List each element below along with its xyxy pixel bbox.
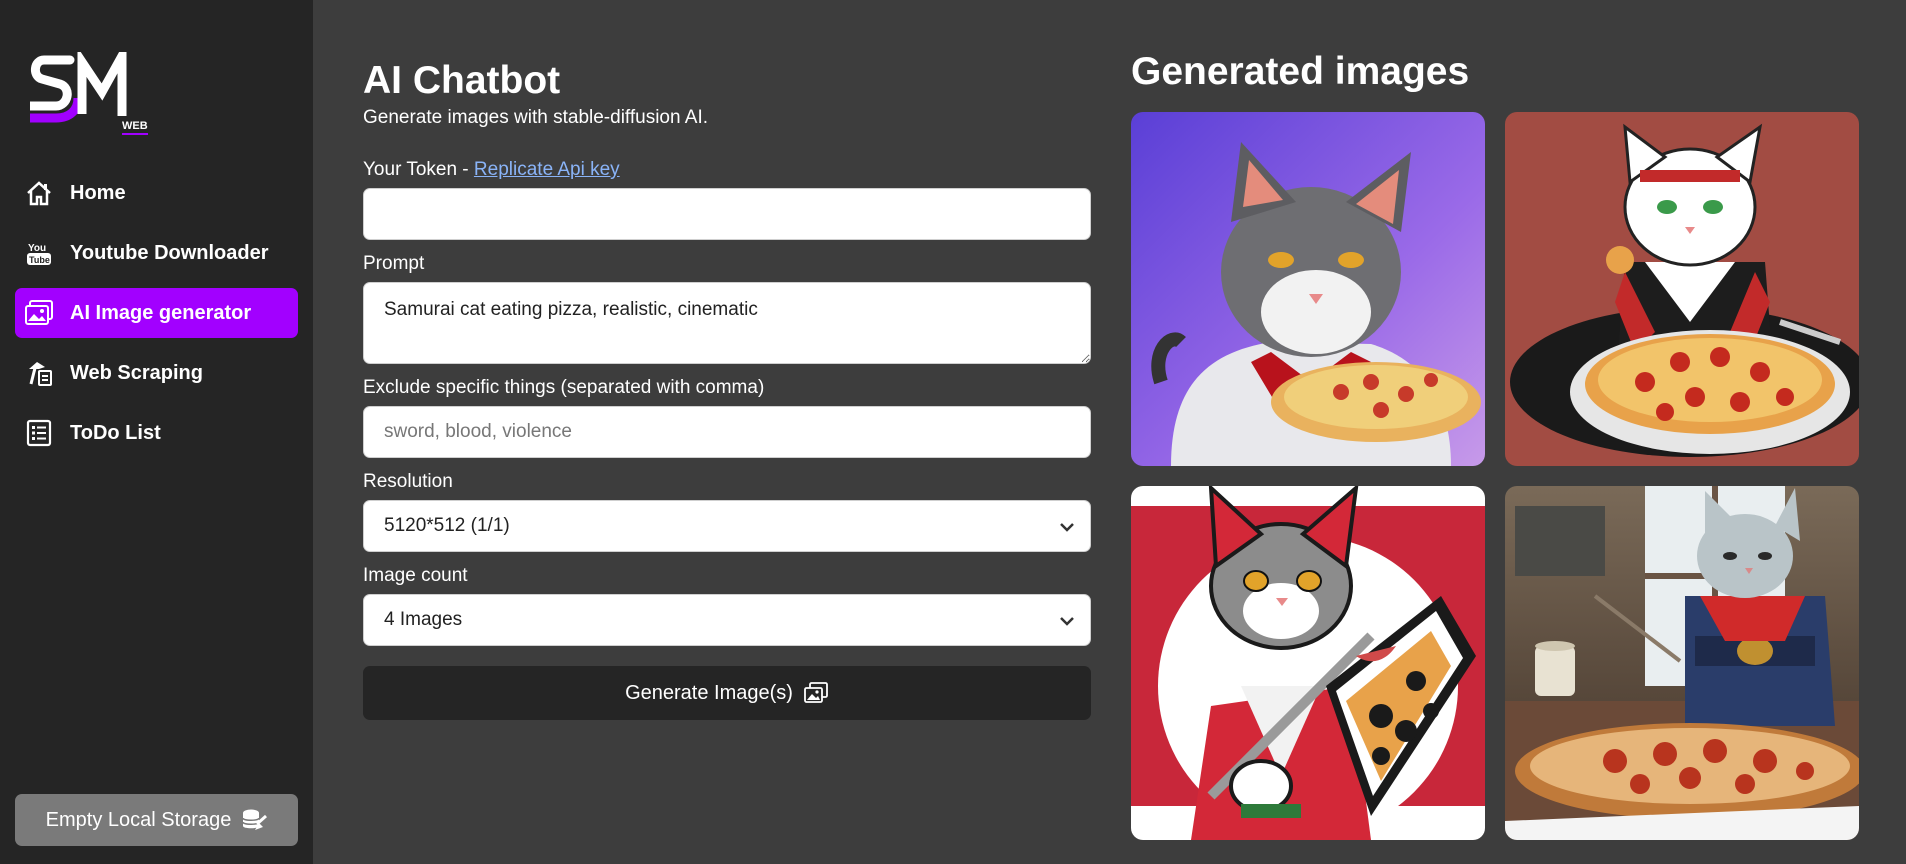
sidebar: WEB Home You Tube Youtube Downloader AI I… [0, 0, 313, 864]
page-subtitle: Generate images with stable-diffusion AI… [363, 107, 709, 128]
generate-button-label: Generate Image(s) [625, 681, 793, 704]
list-icon [24, 418, 54, 448]
image-count-selected-value: 4 Images [384, 609, 463, 630]
token-label-text: Your Token - [363, 159, 474, 180]
prompt-label: Prompt [363, 253, 425, 274]
generated-image-1[interactable] [1131, 112, 1485, 466]
generated-images-section: Generated images [1131, 48, 1861, 840]
chevron-down-icon [1060, 617, 1074, 626]
sidebar-item-ai-image-generator[interactable]: AI Image generator [15, 288, 298, 338]
token-label: Your Token - Replicate Api key [363, 158, 1091, 182]
prompt-textarea[interactable]: Samurai cat eating pizza, realistic, cin… [363, 282, 1091, 364]
chevron-down-icon [1060, 523, 1074, 532]
sidebar-item-label: ToDo List [70, 421, 161, 444]
sidebar-item-label: Web Scraping [70, 361, 203, 384]
storage-button-label: Empty Local Storage [45, 808, 232, 831]
page-title: AI Chatbot [363, 59, 561, 102]
generate-images-button[interactable]: Generate Image(s) [363, 666, 1091, 720]
resolution-select[interactable]: 5120*512 (1/1) [363, 500, 1091, 552]
replicate-api-key-link[interactable]: Replicate Api key [474, 159, 620, 180]
sidebar-item-label: AI Image generator [70, 301, 252, 324]
image-icon [24, 298, 54, 328]
youtube-icon: You Tube [24, 238, 54, 268]
sidebar-item-home[interactable]: Home [15, 168, 298, 218]
sidebar-item-youtube-downloader[interactable]: You Tube Youtube Downloader [15, 228, 298, 278]
home-icon [24, 178, 54, 208]
generated-image-3[interactable] [1131, 486, 1485, 840]
empty-local-storage-button[interactable]: Empty Local Storage [15, 794, 298, 846]
image-grid [1131, 112, 1861, 840]
image-count-label: Image count [363, 565, 468, 586]
svg-text:You: You [28, 243, 46, 254]
exclude-input[interactable] [363, 406, 1091, 458]
image-count-select[interactable]: 4 Images [363, 594, 1091, 646]
sidebar-nav: Home You Tube Youtube Downloader AI Image… [15, 168, 298, 468]
image-generator-form: AI Chatbot Generate images with stable-d… [363, 56, 1091, 720]
database-clear-icon [241, 808, 268, 832]
gallery-title: Generated images [1131, 50, 1470, 93]
scraping-icon [24, 358, 54, 388]
svg-text:Tube: Tube [29, 255, 50, 265]
token-input[interactable] [363, 188, 1091, 240]
sidebar-item-label: Youtube Downloader [70, 241, 269, 264]
resolution-selected-value: 5120*512 (1/1) [384, 515, 510, 536]
sidebar-item-web-scraping[interactable]: Web Scraping [15, 348, 298, 398]
generated-image-4[interactable] [1505, 486, 1859, 840]
logo-web-text: WEB [122, 120, 148, 135]
resolution-label: Resolution [363, 471, 453, 492]
sidebar-item-todo-list[interactable]: ToDo List [15, 408, 298, 458]
image-icon [803, 681, 829, 705]
exclude-label: Exclude specific things (separated with … [363, 377, 765, 398]
sidebar-item-label: Home [70, 181, 126, 204]
generated-image-2[interactable] [1505, 112, 1859, 466]
